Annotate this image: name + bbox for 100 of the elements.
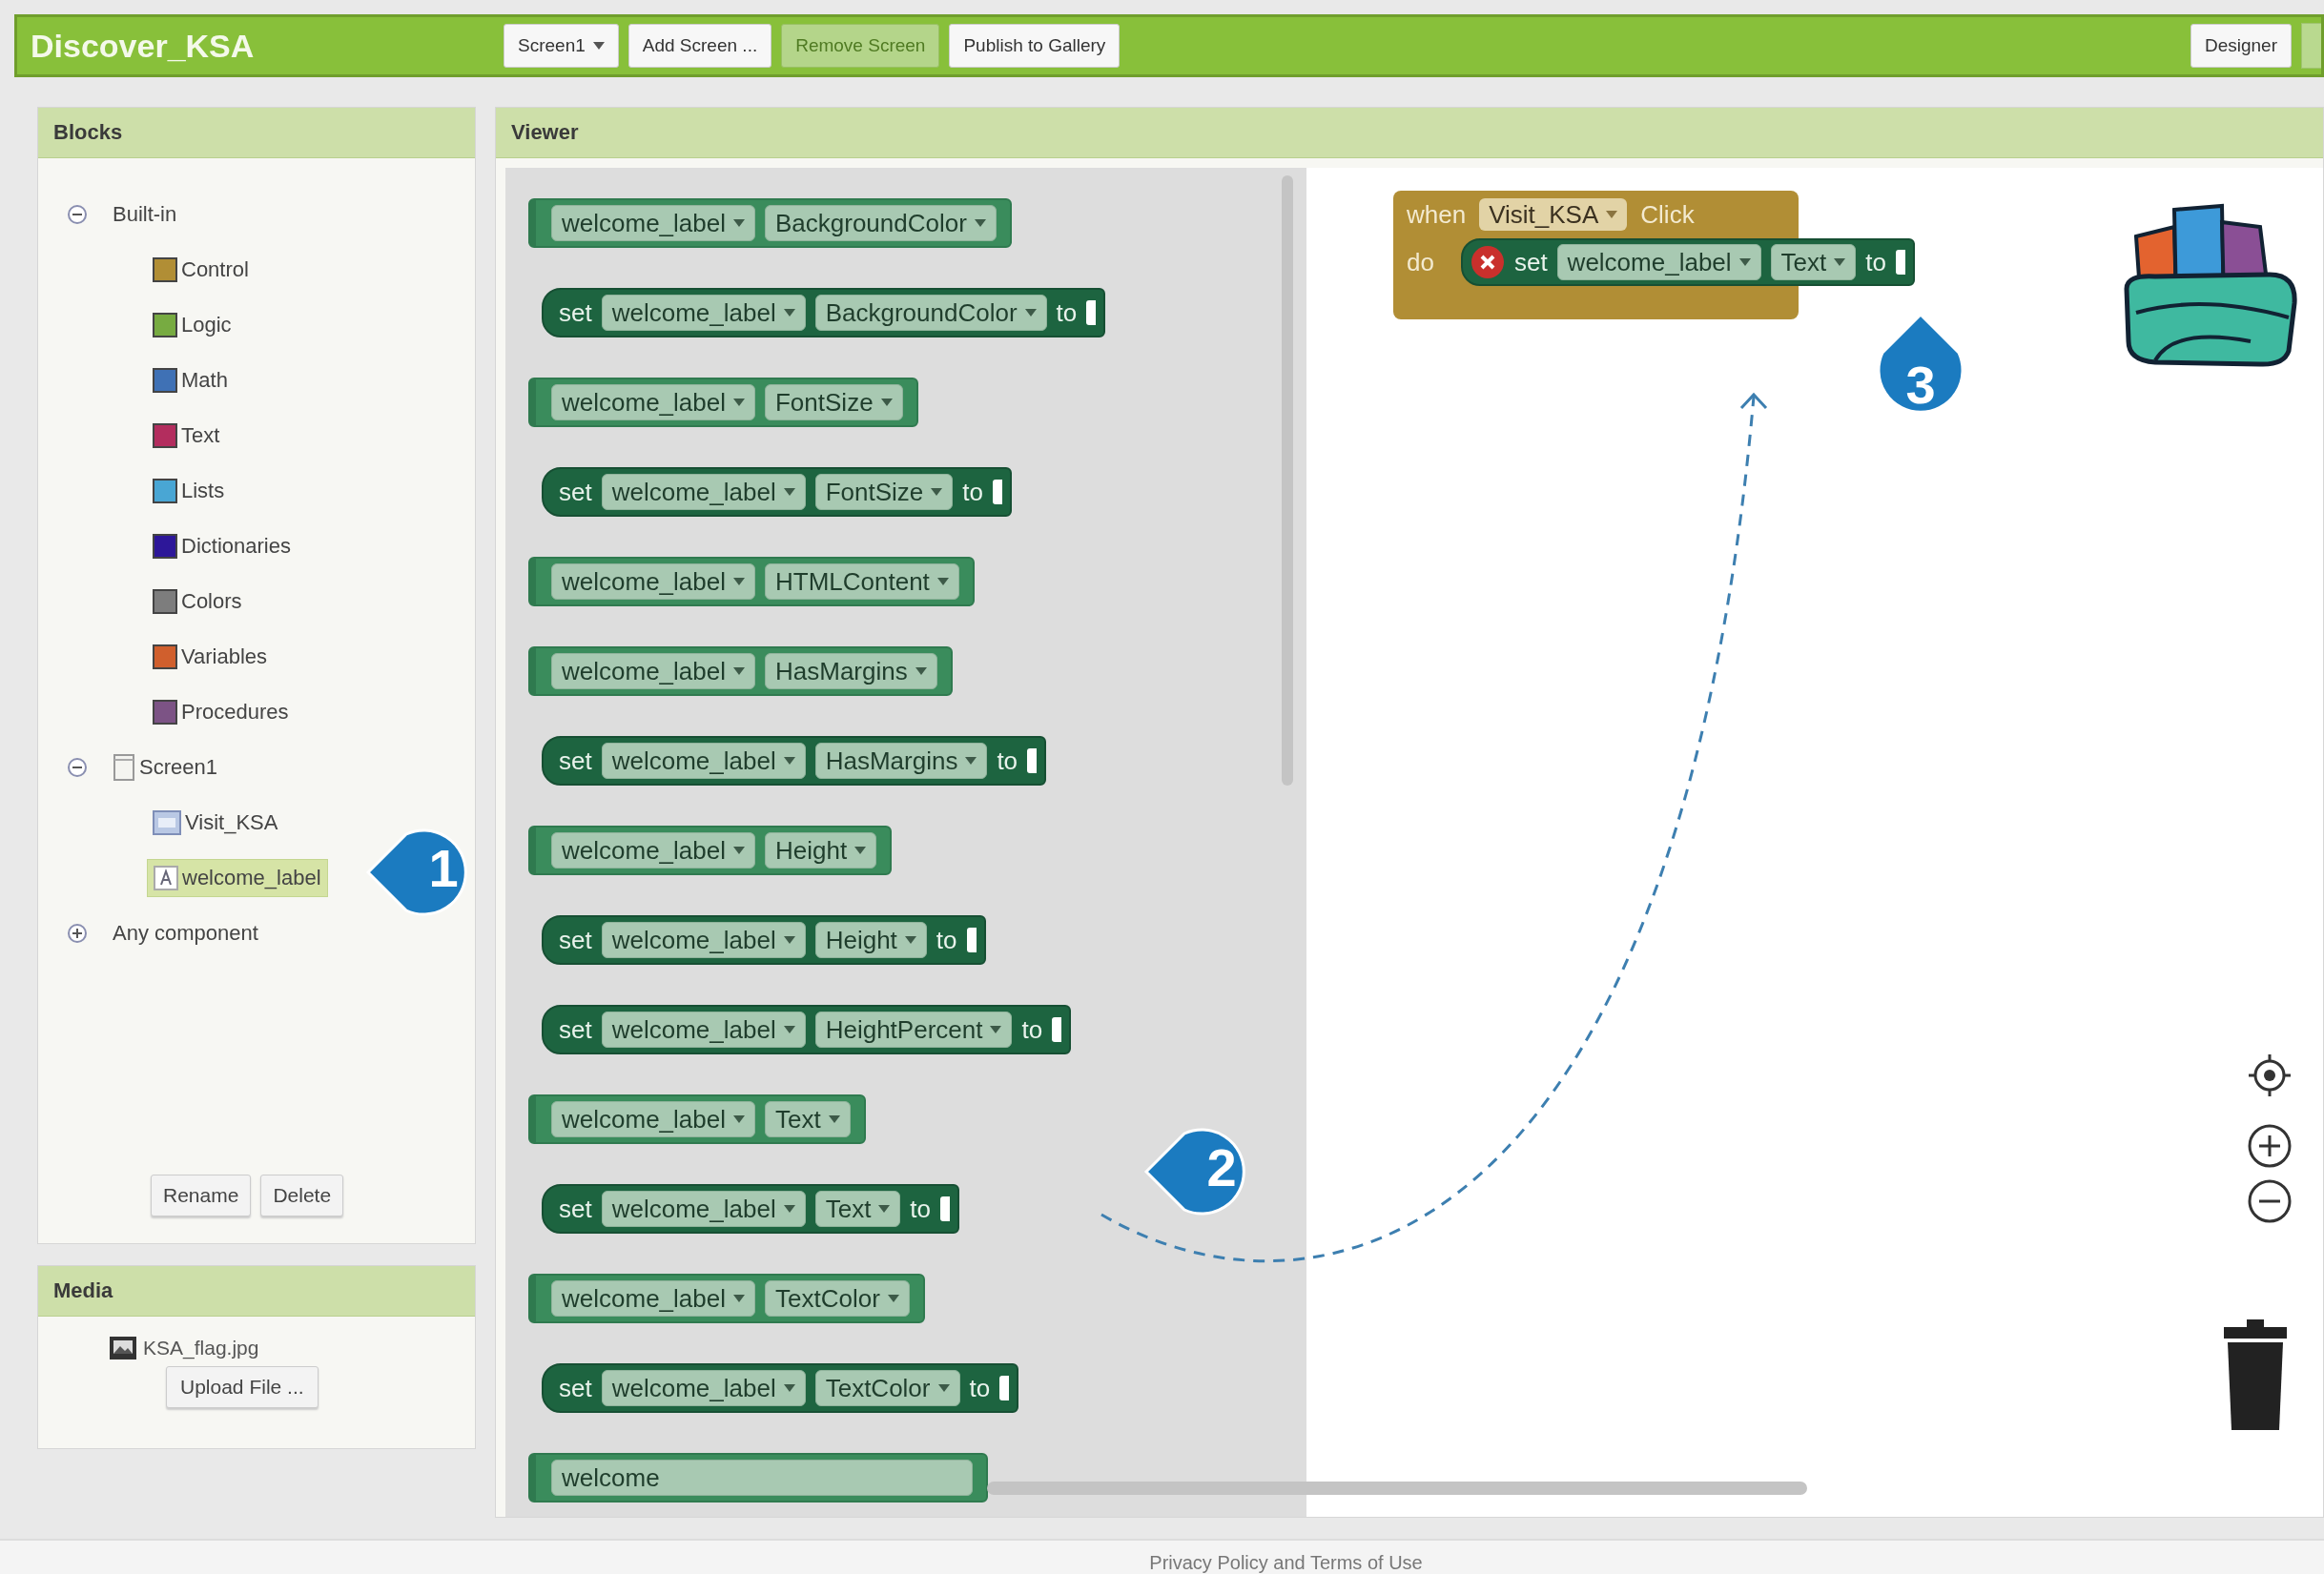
caret-icon [1024,309,1037,317]
property-dropdown[interactable]: Text [814,1191,901,1227]
to-keyword: to [1056,297,1078,328]
tree-item[interactable]: Built-in [107,196,183,233]
property-setter-block[interactable]: set welcome_label HeightPercent to [542,1005,1072,1054]
property-getter-block[interactable]: welcome_label HasMargins [528,646,953,696]
property-getter-block[interactable]: welcome_label Height [528,826,893,875]
component-dropdown[interactable]: welcome_label [551,1280,755,1317]
component-dropdown[interactable]: welcome_label [601,474,806,510]
tree-item[interactable]: Math [147,362,234,399]
property-getter-block[interactable]: welcome_label TextColor [528,1274,925,1323]
component-dropdown[interactable]: welcome_label [551,1101,755,1137]
property-setter-block[interactable]: set welcome_label BackgroundColor to [542,288,1106,337]
tree-item[interactable]: Procedures [147,694,295,730]
component-dropdown[interactable]: welcome_label [601,295,806,331]
vertical-scrollbar[interactable] [1282,175,1293,786]
component-dropdown[interactable]: welcome_label [551,205,755,241]
upload-file-button[interactable]: Upload File ... [166,1366,319,1408]
property-dropdown[interactable]: Text [1770,244,1857,280]
property-setter-block[interactable]: set welcome_label FontSize to [542,467,1012,517]
toolbar-button[interactable]: Designer [2190,24,2292,68]
property-dropdown[interactable]: FontSize [814,474,954,510]
property-dropdown[interactable]: Height [765,832,877,869]
component-dropdown[interactable]: welcome [551,1460,973,1496]
toolbar-button[interactable]: Screen1 [504,24,619,68]
tree-item[interactable]: Screen1 [107,748,223,787]
property-dropdown[interactable]: Height [814,922,927,958]
component-dropdown[interactable]: welcome_label [551,384,755,420]
horizontal-scrollbar[interactable] [987,1482,1807,1495]
component-dropdown[interactable]: welcome_label [601,922,806,958]
property-setter-block[interactable]: set welcome_label Text to [1460,238,1915,286]
caret-icon [854,847,867,854]
event-name: Click [1640,199,1695,230]
tree-item[interactable]: Lists [147,473,231,509]
expand-icon[interactable] [67,923,88,944]
to-keyword: to [910,1194,932,1224]
property-setter-block[interactable]: set welcome_label TextColor to [542,1363,1019,1413]
tree-item[interactable]: Variables [147,639,274,675]
footer-link[interactable]: Privacy Policy and Terms of Use [1149,1550,1423,1574]
property-dropdown[interactable]: HasMargins [814,743,988,779]
set-keyword: set [559,1373,592,1403]
set-keyword: set [559,925,592,955]
caret-icon [733,1295,745,1302]
property-getter-block[interactable]: welcome [528,1453,988,1502]
property-getter-block[interactable]: welcome_label FontSize [528,378,918,427]
trash-icon[interactable] [2222,1319,2289,1432]
component-dropdown[interactable]: welcome_label [601,1012,806,1048]
component-dropdown[interactable]: welcome_label [601,1370,806,1406]
set-keyword: set [559,1194,592,1224]
component-dropdown[interactable]: welcome_label [601,743,806,779]
property-dropdown[interactable]: TextColor [765,1280,910,1317]
property-dropdown[interactable]: FontSize [765,384,903,420]
component-dropdown[interactable]: welcome_label [551,832,755,869]
property-dropdown[interactable]: BackgroundColor [765,205,997,241]
caret-icon [990,1026,1002,1033]
property-setter-block[interactable]: set welcome_label HasMargins to [542,736,1047,786]
zoom-out-icon[interactable] [2247,1178,2293,1224]
property-getter-block[interactable]: welcome_label BackgroundColor [528,198,1012,248]
property-getter-block[interactable]: welcome_label HTMLContent [528,557,975,606]
component-dropdown[interactable]: welcome_label [601,1191,806,1227]
component-dropdown[interactable]: welcome_label [551,563,755,600]
tree-item[interactable]: Logic [147,307,237,343]
property-dropdown[interactable]: HTMLContent [765,563,959,600]
caret-icon [592,42,605,50]
tree-item[interactable]: Any component [107,915,264,951]
caret-icon [783,1384,795,1392]
tree-item[interactable]: Dictionaries [147,528,297,564]
property-dropdown[interactable]: Text [765,1101,851,1137]
collapse-icon[interactable] [67,204,88,225]
toolbar-button[interactable]: Publish to Gallery [949,24,1121,68]
tree-item[interactable]: welcome_label [147,859,328,897]
media-file-name[interactable]: KSA_flag.jpg [143,1337,259,1359]
property-setter-block[interactable]: set welcome_label Height to [542,915,986,965]
tree-action-button[interactable]: Delete [260,1175,344,1216]
property-dropdown[interactable]: HeightPercent [814,1012,1013,1048]
toolbar-button[interactable]: Add Screen ... [627,24,772,68]
property-setter-block[interactable]: set welcome_label Text to [542,1184,960,1234]
tree-item[interactable]: Visit_KSA [147,805,284,841]
caret-icon [783,309,795,317]
value-socket [940,1196,951,1221]
component-dropdown[interactable]: welcome_label [551,653,755,689]
property-dropdown[interactable]: HasMargins [765,653,937,689]
panel-header: Viewer [496,108,2323,158]
crosshair-icon[interactable] [2247,1053,2293,1098]
property-dropdown[interactable]: BackgroundColor [814,295,1047,331]
property-getter-block[interactable]: welcome_label Text [528,1094,866,1144]
component-dropdown[interactable]: Visit_KSA [1479,198,1628,231]
to-keyword: to [997,746,1018,776]
tree-item[interactable]: Colors [147,583,248,620]
zoom-in-icon[interactable] [2247,1123,2293,1169]
value-socket [1086,300,1097,325]
caret-icon [915,667,927,675]
value-socket [992,480,1002,504]
tree-item[interactable]: Text [147,418,226,454]
tree-action-button[interactable]: Rename [151,1175,252,1216]
tree-item[interactable]: Control [147,252,255,288]
to-keyword: to [1021,1014,1043,1045]
collapse-icon[interactable] [67,757,88,778]
property-dropdown[interactable]: TextColor [814,1370,960,1406]
component-dropdown[interactable]: welcome_label [1556,244,1761,280]
